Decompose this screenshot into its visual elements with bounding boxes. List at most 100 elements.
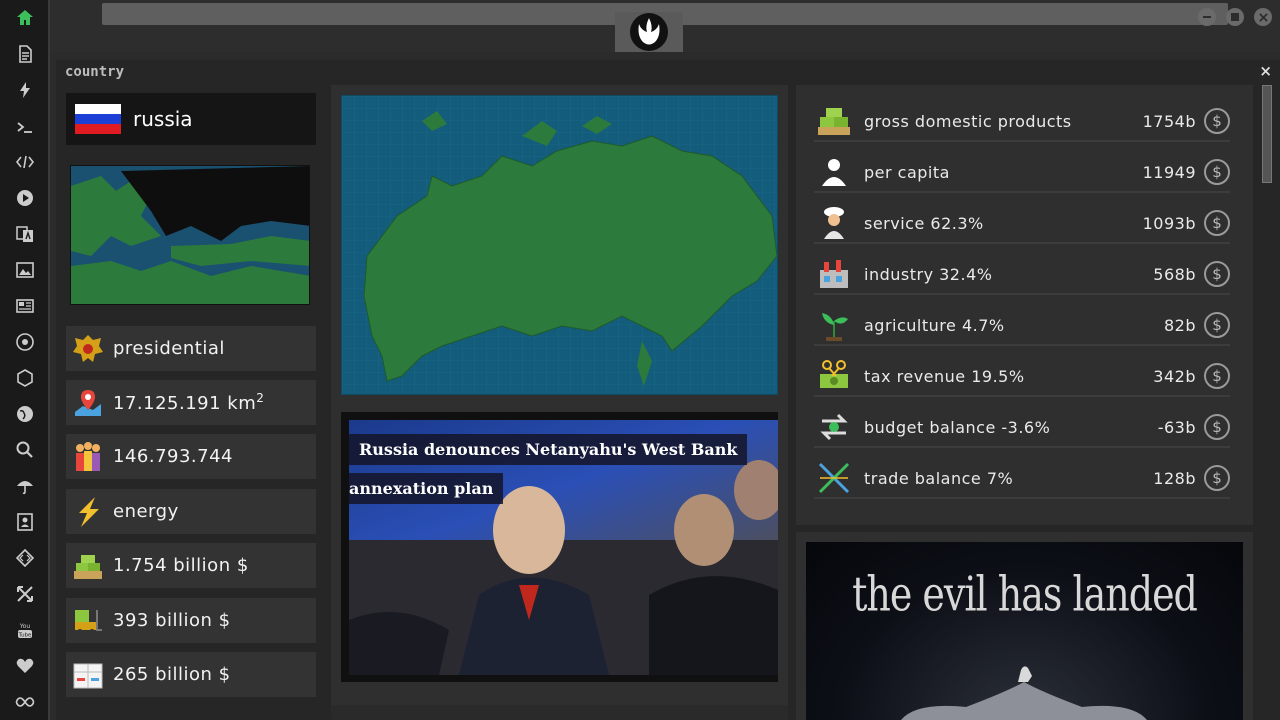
heart-icon[interactable] (13, 654, 37, 678)
umbrella-icon[interactable] (13, 474, 37, 498)
econ-row-gdp: gross domestic products 1754b $ (814, 102, 1230, 142)
econ-label: budget balance -3.6% (864, 417, 1051, 437)
trade-arrows-icon (814, 458, 854, 498)
econ-label: agriculture 4.7% (864, 315, 1005, 335)
news-card[interactable]: Russia denounces Netanyahu's West Bank a… (341, 412, 778, 682)
econ-label: service 62.3% (864, 213, 984, 233)
country-flag (75, 104, 121, 134)
factory-icon (814, 254, 854, 294)
news-headline-line2: annexation plan (349, 473, 504, 504)
stat-gdp: 1.754 billion $ (66, 543, 316, 588)
coin-icon[interactable]: $ (1204, 261, 1230, 287)
translate-icon[interactable] (13, 222, 37, 246)
maximize-button[interactable] (1226, 8, 1244, 26)
boxes-icon (70, 657, 106, 693)
econ-value: 11949 (1142, 162, 1196, 182)
news-headline-line1: Russia denounces Netanyahu's West Bank (349, 434, 748, 465)
stat-energy-text: energy (113, 501, 179, 522)
country-header: russia (66, 93, 316, 145)
newspaper-icon[interactable] (13, 294, 37, 318)
money-stack-icon (814, 101, 854, 141)
country-minimap[interactable] (70, 165, 310, 305)
plant-icon (814, 305, 854, 345)
stat-area-text: 17.125.191 km2 (113, 391, 265, 414)
image-icon[interactable] (13, 258, 37, 282)
econ-value: 568b (1153, 264, 1196, 284)
country-map[interactable] (341, 95, 778, 395)
econ-value: 82b (1163, 315, 1196, 335)
coin-icon[interactable]: $ (1204, 363, 1230, 389)
svg-text:You: You (19, 623, 31, 630)
econ-row-agriculture: agriculture 4.7% 82b $ (814, 306, 1230, 346)
stat-population-text: 146.793.744 (113, 446, 234, 467)
home-icon[interactable] (13, 6, 37, 30)
econ-row-trade-balance: trade balance 7% 128b $ (814, 459, 1230, 499)
stat-imports-text: 265 billion $ (113, 664, 231, 685)
panel-scrollbar[interactable] (1262, 85, 1272, 183)
econ-value: 1754b (1142, 111, 1196, 131)
close-window-button[interactable] (1254, 8, 1272, 26)
coin-icon[interactable]: $ (1204, 210, 1230, 236)
stat-exports: 393 billion $ (66, 598, 316, 643)
hexagon-icon[interactable] (13, 366, 37, 390)
left-rail (0, 0, 50, 720)
econ-label: tax revenue 19.5% (864, 366, 1025, 386)
econ-label: trade balance 7% (864, 468, 1014, 488)
expand-icon[interactable] (13, 582, 37, 606)
econ-row-tax-revenue: tax revenue 19.5% 342b $ (814, 357, 1230, 397)
econ-label: gross domestic products (864, 111, 1072, 131)
rail-divider (48, 0, 50, 720)
econ-value: 342b (1153, 366, 1196, 386)
stat-imports: 265 billion $ (66, 652, 316, 697)
econ-value: -63b (1157, 417, 1196, 437)
promo-banner[interactable]: the evil has landed (806, 542, 1243, 720)
econ-row-service: service 62.3% 1093b $ (814, 204, 1230, 244)
econ-row-per-capita: per capita 11949 $ (814, 153, 1230, 193)
bolt-icon[interactable] (13, 78, 37, 102)
chef-icon (814, 203, 854, 243)
country-name: russia (133, 107, 193, 131)
coin-icon[interactable]: $ (1204, 108, 1230, 134)
stat-population: 146.793.744 (66, 434, 316, 479)
document-icon[interactable] (13, 42, 37, 66)
econ-row-budget-balance: budget balance -3.6% -63b $ (814, 408, 1230, 448)
stat-exports-text: 393 billion $ (113, 610, 231, 631)
stat-gdp-text: 1.754 billion $ (113, 555, 249, 576)
coin-icon[interactable]: $ (1204, 414, 1230, 440)
diamond-code-icon[interactable] (13, 546, 37, 570)
population-icon (70, 439, 106, 475)
minimize-button[interactable] (1198, 8, 1216, 26)
stat-government-text: presidential (113, 338, 225, 359)
terminal-icon[interactable] (13, 115, 37, 139)
forklift-icon (70, 603, 106, 639)
middle-column-footer (331, 705, 788, 720)
code-icon[interactable] (13, 150, 37, 174)
stat-government: presidential (66, 326, 316, 371)
app-logo[interactable] (615, 12, 683, 52)
coat-of-arms-icon (70, 331, 106, 367)
lightning-icon (70, 494, 106, 530)
rebel-icon[interactable] (13, 330, 37, 354)
panel-close-button[interactable]: × (1259, 62, 1272, 80)
infinity-icon[interactable] (13, 690, 37, 714)
econ-label: per capita (864, 162, 950, 182)
econ-label: industry 32.4% (864, 264, 993, 284)
person-icon (814, 152, 854, 192)
econ-value: 1093b (1142, 213, 1196, 233)
stat-energy: energy (66, 489, 316, 534)
econ-value: 128b (1153, 468, 1196, 488)
svg-text:Tube: Tube (18, 633, 33, 639)
econ-row-industry: industry 32.4% 568b $ (814, 255, 1230, 295)
globe-icon[interactable] (13, 402, 37, 426)
dove-icon (1018, 666, 1032, 682)
search-icon[interactable] (13, 438, 37, 462)
coin-icon[interactable]: $ (1204, 312, 1230, 338)
coin-icon[interactable]: $ (1204, 465, 1230, 491)
contact-icon[interactable] (13, 510, 37, 534)
stat-area: 17.125.191 km2 (66, 380, 316, 425)
play-icon[interactable] (13, 186, 37, 210)
coin-icon[interactable]: $ (1204, 159, 1230, 185)
youtube-icon[interactable]: You Tube (13, 618, 37, 642)
map-pin-icon (70, 385, 106, 421)
panel-title: country (65, 64, 125, 80)
